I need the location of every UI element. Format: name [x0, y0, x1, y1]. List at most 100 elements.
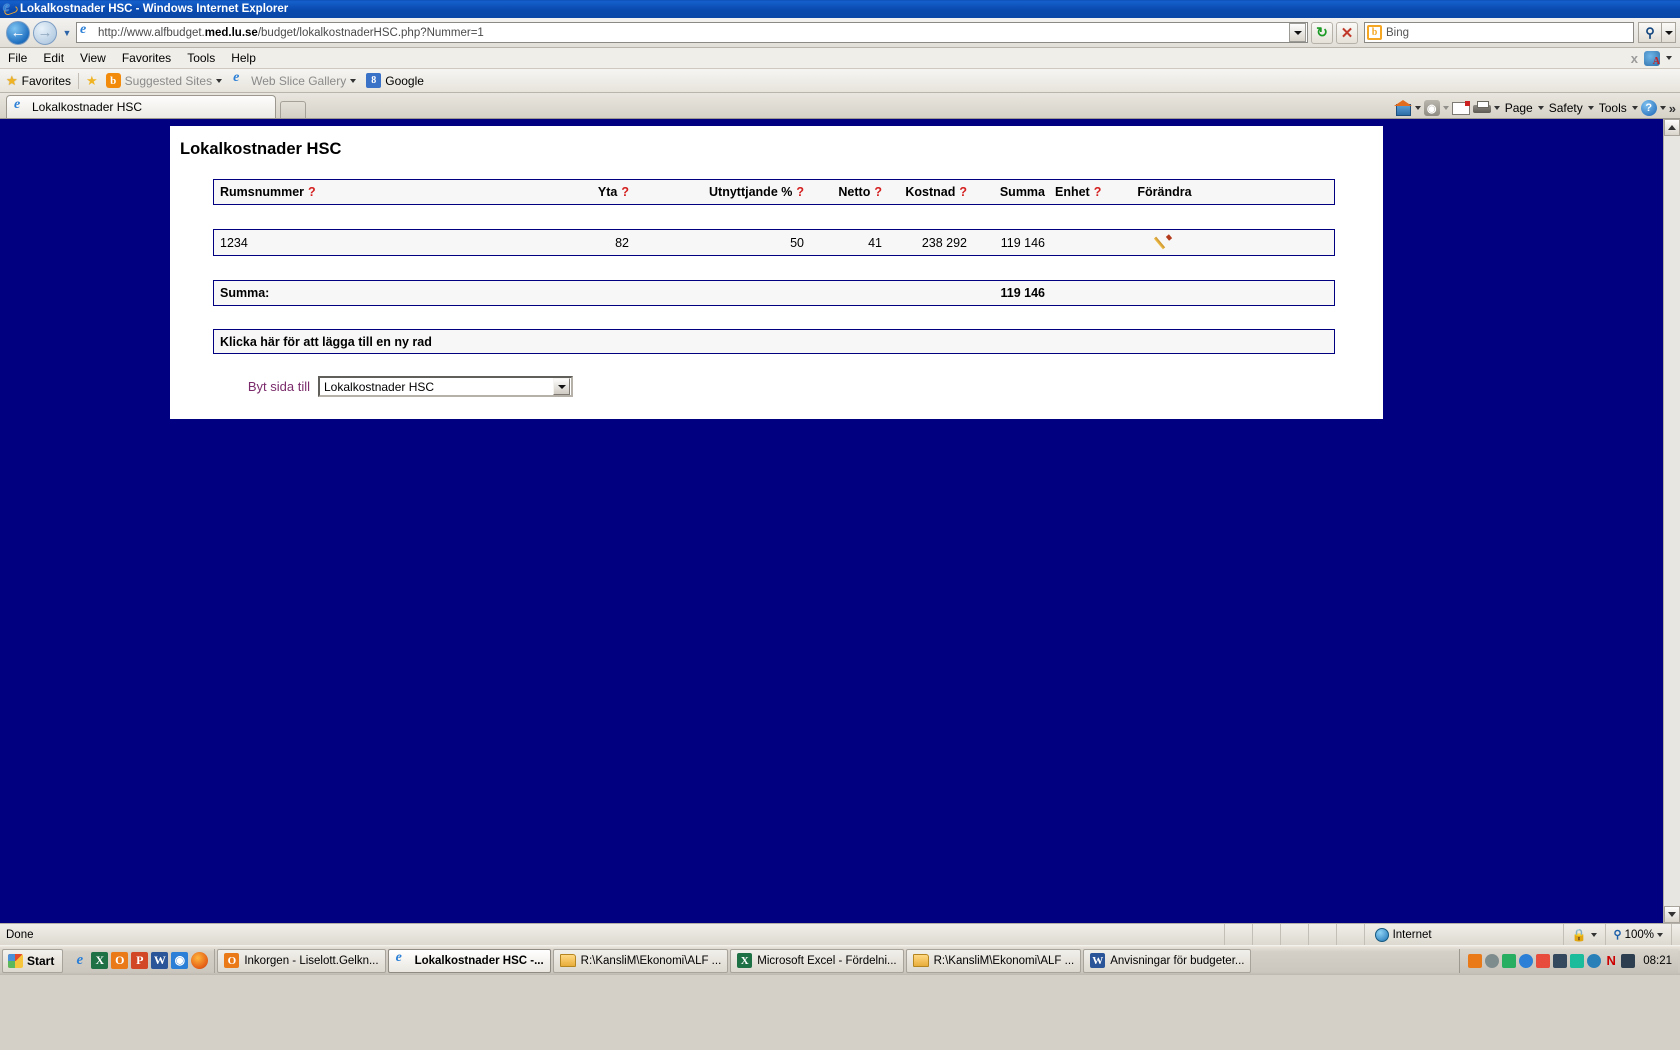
quick-launch-ie-icon[interactable]: e: [71, 952, 88, 969]
media-tray-icon[interactable]: [1536, 953, 1551, 968]
print-icon[interactable]: [1472, 100, 1491, 116]
address-dropdown-icon[interactable]: [1289, 23, 1306, 42]
address-bar[interactable]: http://www.alfbudget.med.lu.se/budget/lo…: [76, 22, 1308, 43]
feeds-chevron-down-icon[interactable]: [1442, 106, 1449, 110]
page-switcher-label: Byt sida till: [247, 379, 310, 394]
favorites-item-google[interactable]: 8 Google: [366, 73, 424, 88]
wifi-tray-icon[interactable]: [1570, 953, 1585, 968]
chevron-down-icon[interactable]: [350, 78, 357, 83]
menu-item-file[interactable]: File: [0, 51, 35, 65]
favorites-item-suggested-sites[interactable]: b Suggested Sites: [105, 73, 223, 88]
home-icon[interactable]: [1393, 100, 1412, 116]
chevron-down-icon[interactable]: [553, 378, 570, 395]
network-tray-icon[interactable]: [1502, 953, 1517, 968]
norton-tray-icon[interactable]: N: [1604, 953, 1618, 968]
new-tab-button[interactable]: [280, 101, 306, 118]
help-icon[interactable]: ?: [874, 185, 882, 199]
scroll-down-icon[interactable]: [1664, 906, 1680, 923]
home-chevron-down-icon[interactable]: [1414, 106, 1421, 110]
stop-icon[interactable]: ✕: [1336, 21, 1358, 44]
favorites-star-icon[interactable]: ★: [6, 73, 18, 89]
mail-icon[interactable]: [1451, 100, 1470, 115]
help-chevron-down-icon[interactable]: [1659, 106, 1666, 110]
page-switcher-selected-value: Lokalkostnader HSC: [324, 379, 435, 394]
page-switcher-select[interactable]: Lokalkostnader HSC: [318, 376, 573, 397]
safety-chevron-down-icon[interactable]: [1587, 106, 1594, 110]
menu-item-tools[interactable]: Tools: [179, 51, 223, 65]
status-slot: [1223, 924, 1252, 945]
quick-launch-media-icon[interactable]: ◉: [171, 952, 189, 969]
adobe-pdf-icon[interactable]: [1644, 50, 1660, 67]
search-options-chevron-down-icon[interactable]: [1662, 22, 1676, 43]
taskbar-clock[interactable]: 08:21: [1643, 955, 1672, 967]
system-tray: N 08:21: [1459, 948, 1678, 973]
help-icon[interactable]: ?: [1640, 100, 1657, 116]
overflow-chevron-icon[interactable]: »: [1669, 101, 1676, 116]
start-button[interactable]: Start: [2, 948, 64, 973]
refresh-icon[interactable]: ↻: [1311, 21, 1333, 44]
back-arrow-icon[interactable]: ←: [6, 20, 30, 45]
taskbar-item-lokalkostnader[interactable]: Lokalkostnader HSC -...: [387, 948, 551, 973]
navigation-toolbar: ← → ▼ http://www.alfbudget.med.lu.se/bud…: [0, 18, 1680, 48]
chevron-down-icon[interactable]: [216, 78, 223, 83]
quick-launch-outlook-icon[interactable]: O: [111, 952, 129, 969]
forward-arrow-icon[interactable]: →: [33, 20, 57, 45]
taskbar-item-label: Lokalkostnader HSC -...: [414, 954, 544, 967]
help-icon[interactable]: ?: [959, 185, 967, 199]
menu-item-favorites[interactable]: Favorites: [114, 51, 179, 65]
safety-menu-button[interactable]: Safety: [1547, 101, 1585, 115]
chevron-down-icon[interactable]: [1657, 932, 1663, 937]
menu-item-edit[interactable]: Edit: [35, 51, 72, 65]
help-icon[interactable]: ?: [621, 185, 629, 199]
status-bar: Done Internet 🔒 ⚲ 100%: [0, 923, 1680, 945]
close-icon[interactable]: x: [1631, 51, 1638, 66]
pdf-chevron-down-icon[interactable]: [1666, 56, 1672, 60]
quick-launch-powerpoint-icon[interactable]: P: [131, 952, 149, 969]
quick-launch-firefox-icon[interactable]: f: [191, 952, 209, 969]
add-favorite-icon[interactable]: ★: [86, 73, 98, 89]
quick-launch-excel-icon[interactable]: X: [91, 952, 109, 969]
cell-summa: 119 146: [1000, 235, 1045, 250]
scroll-up-icon[interactable]: [1664, 119, 1680, 136]
menu-item-help[interactable]: Help: [223, 51, 264, 65]
quick-launch-word-icon[interactable]: W: [151, 952, 169, 969]
page-chevron-down-icon[interactable]: [1537, 106, 1544, 110]
info-tray-icon[interactable]: [1587, 953, 1602, 968]
favorites-item-web-slice-gallery[interactable]: Web Slice Gallery: [232, 70, 357, 88]
bluetooth-tray-icon[interactable]: [1553, 953, 1568, 968]
search-icon[interactable]: ⚲: [1638, 22, 1662, 43]
shield-tray-icon[interactable]: [1485, 953, 1500, 968]
tab-lokalkostnader-hsc[interactable]: Lokalkostnader HSC: [6, 95, 276, 118]
security-zone[interactable]: Internet: [1363, 924, 1564, 945]
tools-chevron-down-icon[interactable]: [1631, 106, 1638, 110]
printer-tray-icon[interactable]: [1621, 953, 1636, 968]
tools-menu-button[interactable]: Tools: [1597, 101, 1629, 115]
help-icon[interactable]: ?: [308, 185, 316, 199]
menu-item-view[interactable]: View: [72, 51, 114, 65]
sound-tray-icon[interactable]: [1519, 953, 1534, 968]
add-new-row-button[interactable]: Klicka här för att lägga till en ny rad: [213, 329, 1335, 354]
taskbar-item-explorer-2[interactable]: R:\KansliM\Ekonomi\ALF ...: [905, 948, 1082, 973]
chevron-down-icon[interactable]: [1590, 932, 1597, 937]
taskbar-item-excel[interactable]: X Microsoft Excel - Fördelni...: [730, 948, 904, 973]
table-header-row: Rumsnummer? Yta? Utnyttjande %? Netto? K…: [213, 179, 1335, 205]
protected-mode-indicator[interactable]: 🔒: [1564, 924, 1606, 945]
vertical-scrollbar[interactable]: [1663, 119, 1680, 923]
rss-feeds-icon[interactable]: ◉: [1423, 100, 1440, 116]
outlook-tray-icon[interactable]: [1468, 953, 1483, 968]
history-dropdown-icon[interactable]: ▼: [60, 28, 74, 38]
security-zone-label: Internet: [1392, 928, 1432, 941]
favorites-label[interactable]: Favorites: [22, 74, 71, 88]
ie-icon: [395, 950, 410, 968]
taskbar-item-outlook[interactable]: O Inkorgen - Liselott.Gelkn...: [217, 948, 386, 973]
taskbar-item-word[interactable]: W Anvisningar för budgeter...: [1083, 948, 1252, 973]
zoom-control[interactable]: ⚲ 100%: [1606, 924, 1672, 945]
page-menu-button[interactable]: Page: [1503, 101, 1535, 115]
search-input[interactable]: b Bing: [1364, 22, 1634, 43]
pencil-edit-icon[interactable]: [1157, 235, 1173, 251]
help-icon[interactable]: ?: [1094, 185, 1102, 199]
print-chevron-down-icon[interactable]: [1493, 106, 1500, 110]
page-switcher: Byt sida till Lokalkostnader HSC: [213, 376, 1383, 397]
help-icon[interactable]: ?: [796, 185, 804, 199]
taskbar-item-explorer-1[interactable]: R:\KansliM\Ekonomi\ALF ...: [552, 948, 729, 973]
